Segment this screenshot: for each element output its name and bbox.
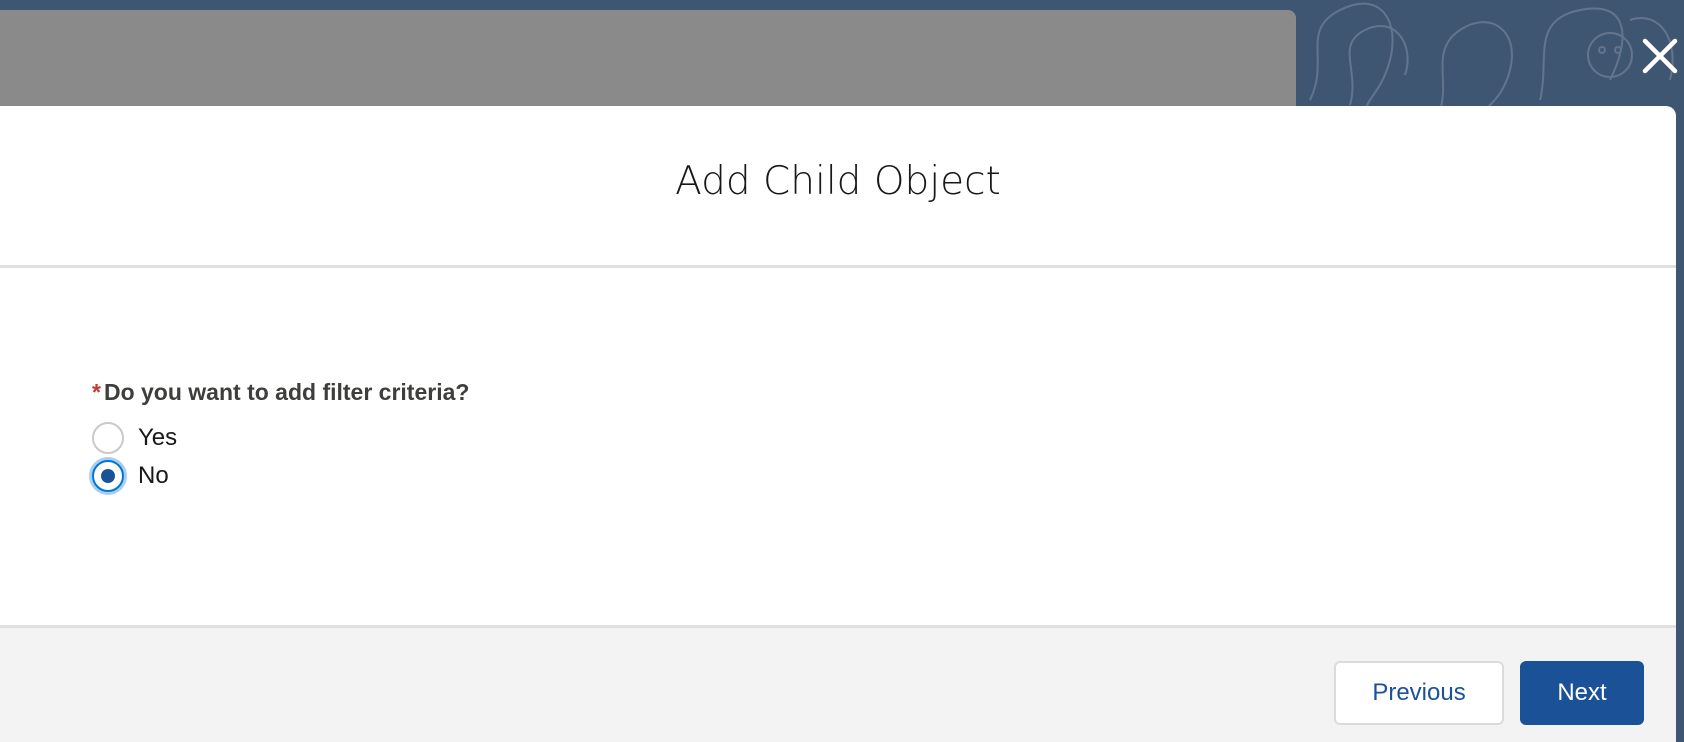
required-marker: * bbox=[92, 379, 101, 405]
radio-option-yes[interactable]: Yes bbox=[92, 421, 177, 455]
modal-body: * Do you want to add filter criteria? Yes… bbox=[0, 271, 1676, 631]
radio-label-no: No bbox=[138, 462, 169, 489]
radio-option-no[interactable]: No bbox=[92, 459, 169, 493]
modal-title: Add Child Object bbox=[675, 159, 1001, 204]
close-icon bbox=[1642, 38, 1678, 74]
question-label-text: Do you want to add filter criteria? bbox=[103, 379, 470, 405]
add-child-object-modal: Add Child Object * Do you want to add fil… bbox=[0, 106, 1676, 742]
next-button[interactable]: Next bbox=[1520, 661, 1644, 725]
backdrop-pattern bbox=[1309, 2, 1674, 110]
filter-criteria-question: * Do you want to add filter criteria? bbox=[92, 379, 469, 406]
radio-label-yes: Yes bbox=[138, 424, 178, 451]
background-panel bbox=[0, 10, 1296, 120]
previous-button[interactable]: Previous bbox=[1334, 661, 1504, 725]
radio-icon[interactable] bbox=[92, 422, 124, 454]
modal-footer: Previous Next bbox=[0, 625, 1676, 742]
close-button[interactable] bbox=[1640, 36, 1680, 76]
modal-header: Add Child Object bbox=[0, 106, 1676, 268]
radio-selected-icon[interactable] bbox=[92, 460, 124, 492]
